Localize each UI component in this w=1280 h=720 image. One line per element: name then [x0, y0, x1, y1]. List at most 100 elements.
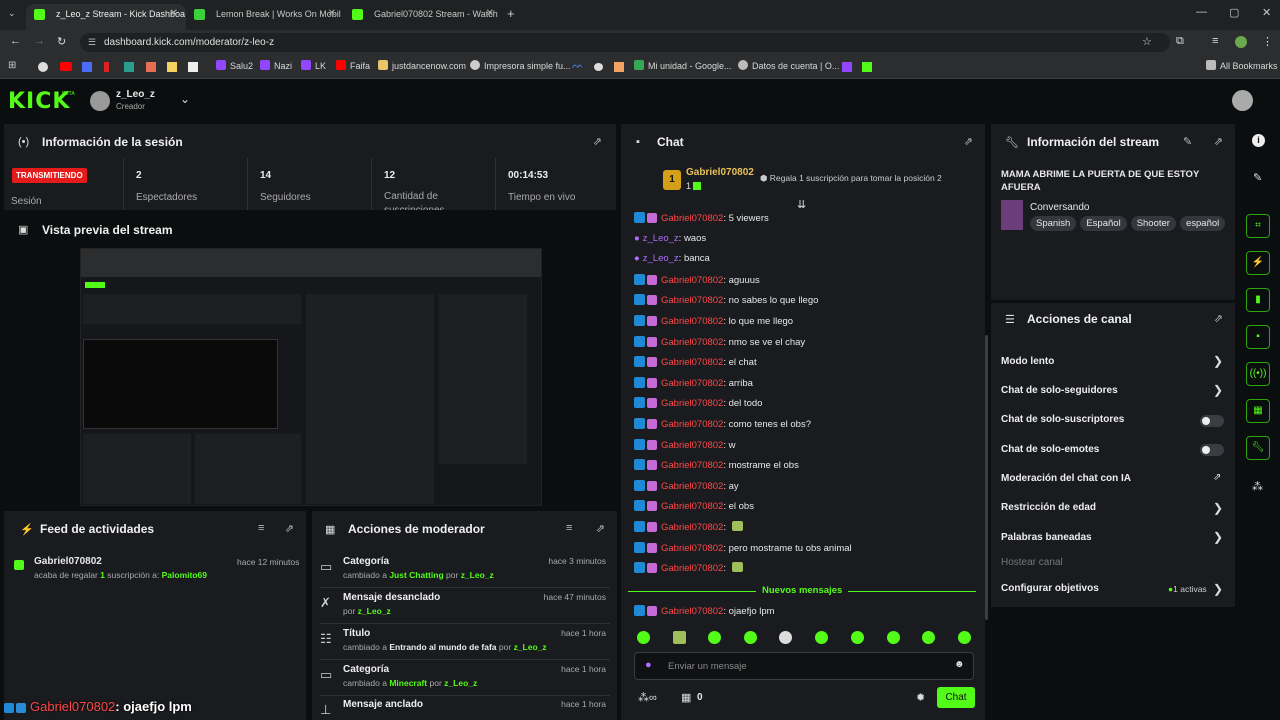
minimize-icon[interactable]: — [1196, 6, 1207, 18]
forward-icon[interactable]: → [34, 35, 45, 47]
side-lightning-button[interactable]: ⚡ [1246, 251, 1270, 275]
emote-icon[interactable] [887, 631, 900, 644]
emote-icon[interactable] [851, 631, 864, 644]
action-followers-only[interactable]: Chat de solo-seguidores [1001, 385, 1118, 396]
action-goals[interactable]: Configurar objetivos [1001, 583, 1099, 594]
chat-username[interactable]: Gabriel070802 [661, 398, 723, 409]
chat-username[interactable]: Gabriel070802 [661, 460, 723, 471]
filter-icon[interactable]: ≡ [566, 522, 572, 534]
action-ai-moderation[interactable]: Moderación del chat con IA [1001, 473, 1131, 484]
extensions-icon[interactable]: ⧉ [1176, 35, 1184, 48]
chevron-right-icon[interactable]: ❯ [1213, 501, 1223, 515]
chat-username[interactable]: z_Leo_z [643, 233, 679, 244]
chat-username[interactable]: Gabriel070802 [661, 419, 723, 430]
bookmark-datos-de-cuenta[interactable]: Datos de cuenta | O... [738, 60, 839, 71]
bookmark-lk[interactable]: LK [301, 60, 326, 71]
bookmark-icon-12[interactable] [842, 62, 852, 72]
apps-icon[interactable]: ⊞ [8, 60, 16, 71]
side-wrench-button[interactable]: 🔧︎ [1246, 436, 1270, 460]
side-broadcast-button[interactable]: ((•)) [1246, 362, 1270, 386]
bookmark-nazi[interactable]: Nazi [260, 60, 292, 71]
settings-icon[interactable]: ✹ [916, 691, 925, 704]
bookmark-icon-1[interactable] [38, 62, 48, 72]
tab-list-icon[interactable]: ⌄ [8, 8, 16, 19]
chat-username[interactable]: Gabriel070802 [661, 295, 723, 306]
emoji-icon[interactable]: ☻ [954, 659, 965, 670]
action-age-restriction[interactable]: Restricción de edad [1001, 502, 1096, 513]
subscribers-only-toggle[interactable] [1200, 415, 1224, 427]
emote-icon[interactable] [708, 631, 721, 644]
chat-username[interactable]: Gabriel070802 [661, 357, 723, 368]
reload-icon[interactable]: ↻ [57, 35, 66, 48]
chat-username[interactable]: Gabriel070802 [661, 275, 723, 286]
emote-icon[interactable] [922, 631, 935, 644]
popout-icon[interactable]: ⇗ [596, 522, 605, 535]
edit-layout-icon[interactable]: ✎ [1253, 171, 1262, 184]
bookmark-icon-10[interactable] [594, 63, 603, 71]
category-name[interactable]: Conversando [1030, 202, 1089, 213]
chevron-right-icon[interactable]: ❯ [1213, 354, 1223, 368]
gift-prompt[interactable]: ⬢ Regala 1 suscripción para tomar la pos… [760, 173, 942, 184]
side-mod-button[interactable]: ▦ [1246, 399, 1270, 423]
close-window-icon[interactable]: ✕ [1262, 6, 1271, 19]
action-banned-words[interactable]: Palabras baneadas [1001, 532, 1092, 543]
bookmark-icon-13[interactable] [862, 62, 872, 72]
edit-icon[interactable]: ✎ [1183, 135, 1192, 148]
bookmark-faifa[interactable]: Faifa [336, 60, 370, 71]
info-icon[interactable]: i [1252, 134, 1265, 147]
bookmark-icon-3[interactable] [82, 62, 92, 72]
bookmark-icon-5[interactable] [124, 62, 134, 72]
bookmark-icon-8[interactable] [188, 62, 198, 72]
feed-user[interactable]: Gabriel070802 [34, 556, 102, 567]
account-avatar[interactable] [1232, 90, 1253, 111]
youtube-icon[interactable] [60, 62, 72, 71]
top-gifter-name[interactable]: Gabriel070802 [686, 167, 754, 178]
close-tab-icon[interactable]: ✕ [328, 4, 336, 24]
side-qr-button[interactable]: ⌗ [1246, 214, 1270, 238]
chat-username[interactable]: Gabriel070802 [661, 337, 723, 348]
close-tab-icon[interactable]: ✕ [170, 4, 178, 24]
bookmark-icon-9[interactable]: ᨓ [572, 60, 584, 71]
chat-username[interactable]: Gabriel070802 [661, 481, 723, 492]
emote-icon[interactable] [958, 631, 971, 644]
bookmark-icon-4[interactable] [104, 62, 109, 72]
site-info-icon[interactable]: ☰ [88, 37, 96, 48]
chat-username[interactable]: Gabriel070802 [661, 563, 723, 574]
emote-icon[interactable] [637, 631, 650, 644]
community-side-icon[interactable]: ⁂ [1252, 480, 1263, 493]
chat-username[interactable]: Gabriel070802 [661, 440, 723, 451]
bookmark-icon-6[interactable] [146, 62, 156, 72]
chat-input[interactable]: ● Enviar un mensaje ☻ [634, 652, 974, 680]
popout-icon[interactable]: ⇗ [285, 522, 294, 535]
maximize-icon[interactable]: ▢ [1229, 6, 1239, 19]
tag[interactable]: Shooter [1130, 216, 1176, 231]
tag[interactable]: Spanish [1030, 216, 1077, 231]
popout-icon[interactable]: ⇗ [964, 135, 973, 148]
tag[interactable]: Español [1080, 216, 1127, 231]
chat-username[interactable]: Gabriel070802 [661, 543, 723, 554]
bookmark-salu2[interactable]: Salu2 [216, 60, 253, 71]
new-messages-divider[interactable]: Nuevos mensajes [628, 584, 978, 598]
tab-gabriel-stream[interactable]: Gabriel070802 Stream - Watch ✕ [344, 4, 502, 30]
chat-username[interactable]: Gabriel070802 [661, 378, 723, 389]
filter-icon[interactable]: ≡ [258, 522, 264, 534]
action-slow-mode[interactable]: Modo lento [1001, 356, 1054, 367]
bookmark-impresora[interactable]: Impresora simple fu... [470, 60, 571, 71]
emotes-only-toggle[interactable] [1200, 444, 1224, 456]
popout-icon[interactable]: ⇗ [1214, 135, 1223, 148]
chevron-right-icon[interactable]: ❯ [1213, 530, 1223, 544]
chevron-right-icon[interactable]: ❯ [1213, 582, 1223, 596]
bookmark-icon-11[interactable] [614, 62, 624, 72]
profile-icon[interactable] [1235, 36, 1247, 48]
emote-icon[interactable] [779, 631, 792, 644]
stream-preview-video[interactable] [80, 248, 542, 506]
popout-icon[interactable]: ⇗ [1214, 312, 1223, 325]
chat-username[interactable]: Gabriel070802 [661, 316, 723, 327]
new-tab-icon[interactable]: + [507, 6, 515, 21]
bookmark-icon-7[interactable] [167, 62, 177, 72]
more-icon[interactable]: ⋮ [1262, 35, 1273, 48]
bookmark-star-icon[interactable]: ☆ [1142, 35, 1152, 48]
send-chat-button[interactable]: Chat [937, 687, 975, 708]
chevron-down-icon[interactable]: ⌄ [180, 92, 190, 106]
chat-username[interactable]: Gabriel070802 [661, 522, 723, 533]
